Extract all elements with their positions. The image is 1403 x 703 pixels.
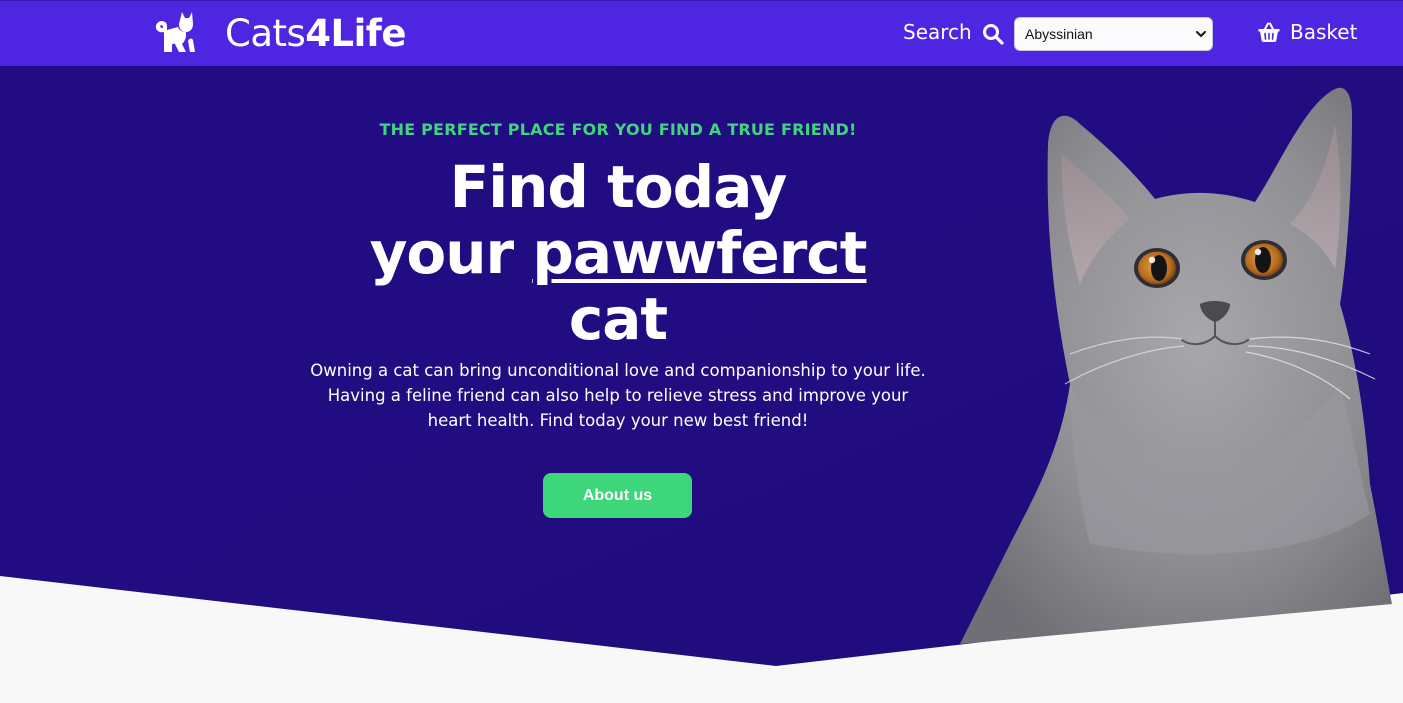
hero-eyebrow: THE PERFECT PLACE FOR YOU FIND A TRUE FR… (379, 120, 857, 139)
cat-logo-icon (155, 12, 195, 52)
logo-text: Cats4Life (225, 11, 406, 55)
hero-description: Owning a cat can bring unconditional lov… (310, 361, 926, 430)
logo-link[interactable]: Cats4Life (153, 8, 406, 58)
headline-line-1: Find today (449, 153, 788, 221)
search-icon[interactable] (982, 23, 1004, 45)
basket-icon (1258, 22, 1280, 42)
headline-line-2-prefix: your (369, 219, 533, 287)
basket-label: Basket (1290, 20, 1358, 44)
top-navigation-bar: Cats4Life Search Abyssinian Basket (0, 0, 1403, 66)
search-label[interactable]: Search (903, 20, 972, 44)
about-us-button[interactable]: About us (543, 473, 692, 518)
top-border (0, 0, 1403, 1)
headline-line-3: cat (568, 285, 668, 353)
breed-select[interactable]: Abyssinian (1014, 17, 1213, 51)
hero-section: THE PERFECT PLACE FOR YOU FIND A TRUE FR… (0, 66, 1403, 703)
hero-headline: Find today your pawwferct cat (318, 154, 918, 352)
basket-link[interactable]: Basket (1257, 20, 1357, 44)
headline-highlight: pawwferct (532, 219, 867, 287)
cat-photo (960, 87, 1392, 644)
